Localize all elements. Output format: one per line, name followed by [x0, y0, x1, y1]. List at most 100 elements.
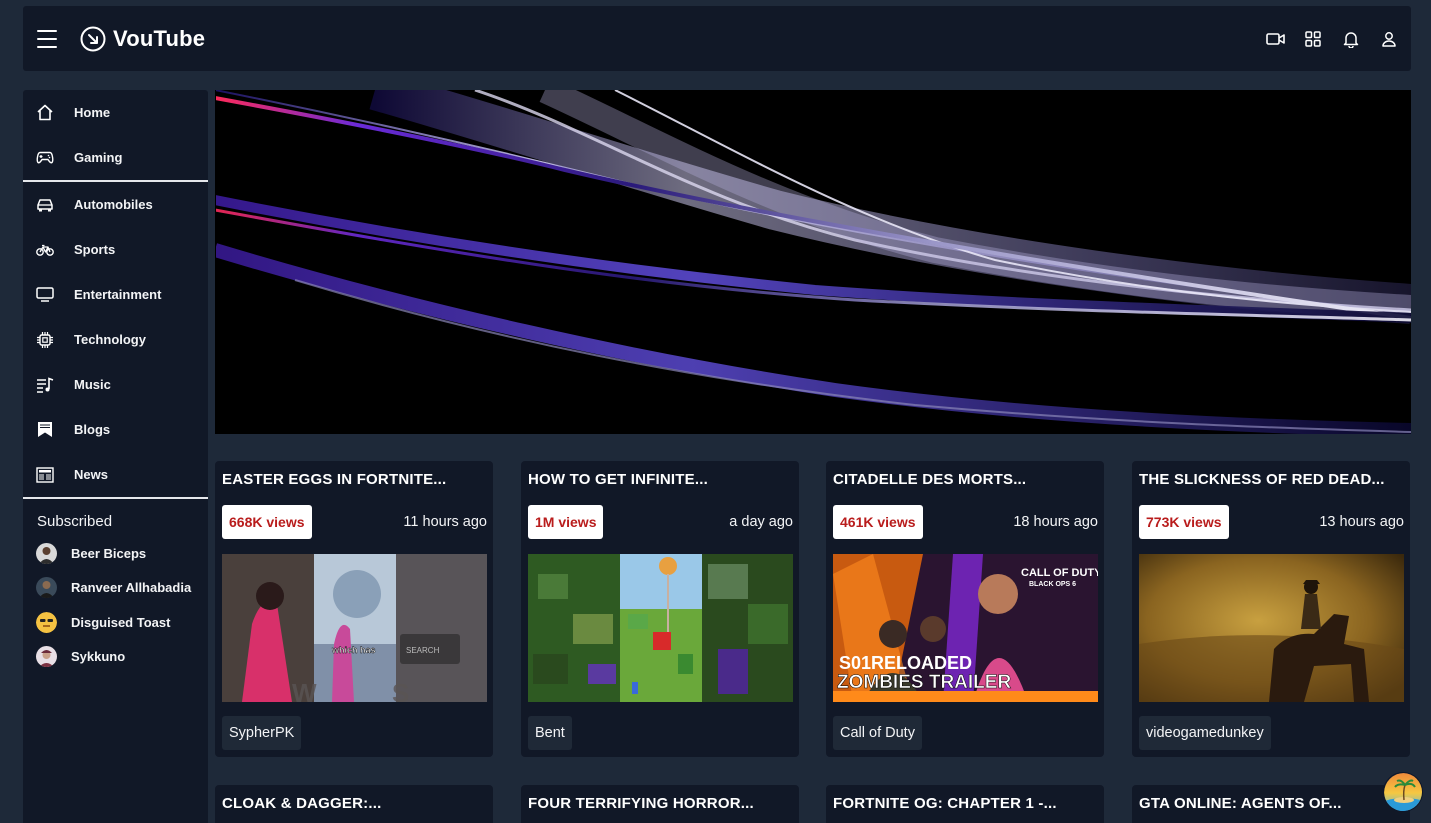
thumb-caption: which has — [331, 645, 376, 655]
bicycle-icon — [36, 241, 54, 259]
views-badge: 668K views — [222, 505, 312, 539]
video-meta: 461K views 18 hours ago — [826, 505, 1104, 539]
subscription-item[interactable]: Ranveer Allhabadia — [23, 571, 208, 606]
video-meta: 668K views 11 hours ago — [215, 505, 493, 539]
video-card[interactable]: FORTNITE OG: CHAPTER 1 -... — [826, 785, 1104, 823]
banner-art — [215, 90, 1411, 434]
sidebar-item-label: Automobiles — [74, 197, 153, 212]
subscription-item[interactable]: Sykkuno — [23, 640, 208, 675]
music-icon — [36, 376, 54, 394]
video-card[interactable]: EASTER EGGS IN FORTNITE... 668K views 11… — [215, 461, 493, 757]
avatar — [36, 542, 57, 564]
video-thumbnail[interactable] — [528, 554, 793, 702]
menu-icon[interactable] — [37, 29, 57, 48]
thumb-logo: CALL OF DUTY — [1021, 567, 1098, 579]
subscription-name: Beer Biceps — [71, 545, 147, 561]
views-badge: 1M views — [528, 505, 604, 539]
video-title[interactable]: HOW TO GET INFINITE... — [521, 461, 799, 488]
video-title[interactable]: FOUR TERRIFYING HORROR... — [521, 785, 799, 812]
floating-island-button[interactable] — [1383, 772, 1423, 812]
svg-text:SEARCH: SEARCH — [406, 646, 440, 655]
sidebar-item-label: Technology — [74, 332, 146, 347]
sidebar-item-label: Blogs — [74, 422, 111, 437]
views-badge: 773K views — [1139, 505, 1229, 539]
channel-name[interactable]: Call of Duty — [833, 716, 922, 750]
sidebar-item-label: Music — [74, 377, 111, 392]
sidebar-item-music[interactable]: Music — [23, 362, 208, 407]
subscription-name: Ranveer Allhabadia — [71, 580, 192, 596]
sidebar-item-label: Home — [74, 105, 111, 120]
video-card[interactable]: CLOAK & DAGGER:... — [215, 785, 493, 823]
gamepad-icon — [36, 149, 54, 167]
sidebar-item-label: Sports — [74, 242, 116, 257]
header-actions — [1265, 29, 1399, 49]
sidebar-item-news[interactable]: News — [23, 452, 208, 497]
video-thumbnail[interactable]: CALL OF DUTY BLACK OPS 6 S01RELOADED ZOM… — [833, 554, 1098, 702]
channel-name[interactable]: videogamedunkey — [1139, 716, 1271, 750]
video-title[interactable]: FORTNITE OG: CHAPTER 1 -... — [826, 785, 1104, 812]
video-title[interactable]: EASTER EGGS IN FORTNITE... — [215, 461, 493, 488]
car-icon — [36, 196, 54, 214]
video-card[interactable]: GTA ONLINE: AGENTS OF... — [1132, 785, 1410, 823]
sidebar-item-technology[interactable]: Technology — [23, 317, 208, 362]
sidebar-item-entertainment[interactable]: Entertainment — [23, 272, 208, 317]
island-icon — [1384, 773, 1422, 811]
channel-name[interactable]: Bent — [528, 716, 572, 750]
avatar — [36, 577, 57, 599]
sidebar-item-label: Entertainment — [74, 287, 162, 302]
video-title[interactable]: CLOAK & DAGGER:... — [215, 785, 493, 812]
sidebar-item-automobiles[interactable]: Automobiles — [23, 182, 208, 227]
svg-text:S: S — [392, 678, 409, 702]
newspaper-icon — [36, 466, 54, 484]
subscription-name: Disguised Toast — [71, 614, 171, 630]
video-title[interactable]: GTA ONLINE: AGENTS OF... — [1132, 785, 1410, 812]
thumb-logo: BLACK OPS 6 — [1029, 581, 1076, 588]
video-thumbnail[interactable] — [1139, 554, 1404, 702]
video-meta: 1M views a day ago — [521, 505, 799, 539]
user-icon[interactable] — [1379, 29, 1399, 49]
sidebar-item-label: News — [74, 467, 108, 482]
video-card[interactable]: CITADELLE DES MORTS... 461K views 18 hou… — [826, 461, 1104, 757]
subscribed-heading: Subscribed — [37, 513, 113, 530]
page: VouTube Home Gaming Automobiles Sports E… — [0, 0, 1431, 823]
bell-icon[interactable] — [1341, 29, 1361, 49]
video-title[interactable]: CITADELLE DES MORTS... — [826, 461, 1104, 488]
video-camera-icon[interactable] — [1265, 29, 1285, 49]
channel-name[interactable]: SypherPK — [222, 716, 302, 750]
sidebar-item-sports[interactable]: Sports — [23, 227, 208, 272]
top-header: VouTube — [23, 6, 1411, 71]
chip-icon — [36, 331, 54, 349]
video-meta: 773K views 13 hours ago — [1132, 505, 1410, 539]
bookmark-icon — [36, 421, 54, 439]
subscription-item[interactable]: Disguised Toast — [23, 605, 208, 640]
video-thumbnail[interactable]: SEARCH which has W S — [222, 554, 487, 702]
logo[interactable]: VouTube — [80, 26, 205, 52]
upload-time: 18 hours ago — [1013, 514, 1098, 530]
sidebar-item-blogs[interactable]: Blogs — [23, 407, 208, 452]
video-card[interactable]: THE SLICKNESS OF RED DEAD... 773K views … — [1132, 461, 1410, 757]
home-icon — [36, 104, 54, 122]
subscription-item[interactable]: Beer Biceps — [23, 536, 208, 571]
subscription-name: Sykkuno — [71, 649, 126, 665]
thumb-text: ZOMBIES TRAILER — [837, 672, 1011, 693]
sidebar: Home Gaming Automobiles Sports Entertain… — [23, 90, 208, 823]
app-title: VouTube — [113, 25, 206, 51]
apps-grid-icon[interactable] — [1303, 29, 1323, 49]
sidebar-item-gaming[interactable]: Gaming — [23, 135, 208, 180]
logo-icon — [80, 26, 106, 51]
video-card[interactable]: HOW TO GET INFINITE... 1M views a day ag… — [521, 461, 799, 757]
video-card[interactable]: FOUR TERRIFYING HORROR... — [521, 785, 799, 823]
sidebar-divider — [23, 497, 208, 499]
video-title[interactable]: THE SLICKNESS OF RED DEAD... — [1132, 461, 1410, 488]
upload-time: 11 hours ago — [403, 514, 487, 530]
hero-banner — [215, 90, 1411, 434]
avatar — [36, 611, 57, 633]
avatar — [36, 646, 57, 668]
svg-text:W: W — [292, 678, 317, 702]
views-badge: 461K views — [833, 505, 923, 539]
thumb-text: S01RELOADED — [839, 653, 972, 673]
upload-time: 13 hours ago — [1319, 514, 1404, 530]
sidebar-item-label: Gaming — [74, 150, 123, 165]
tv-icon — [36, 286, 54, 304]
sidebar-item-home[interactable]: Home — [23, 90, 208, 135]
